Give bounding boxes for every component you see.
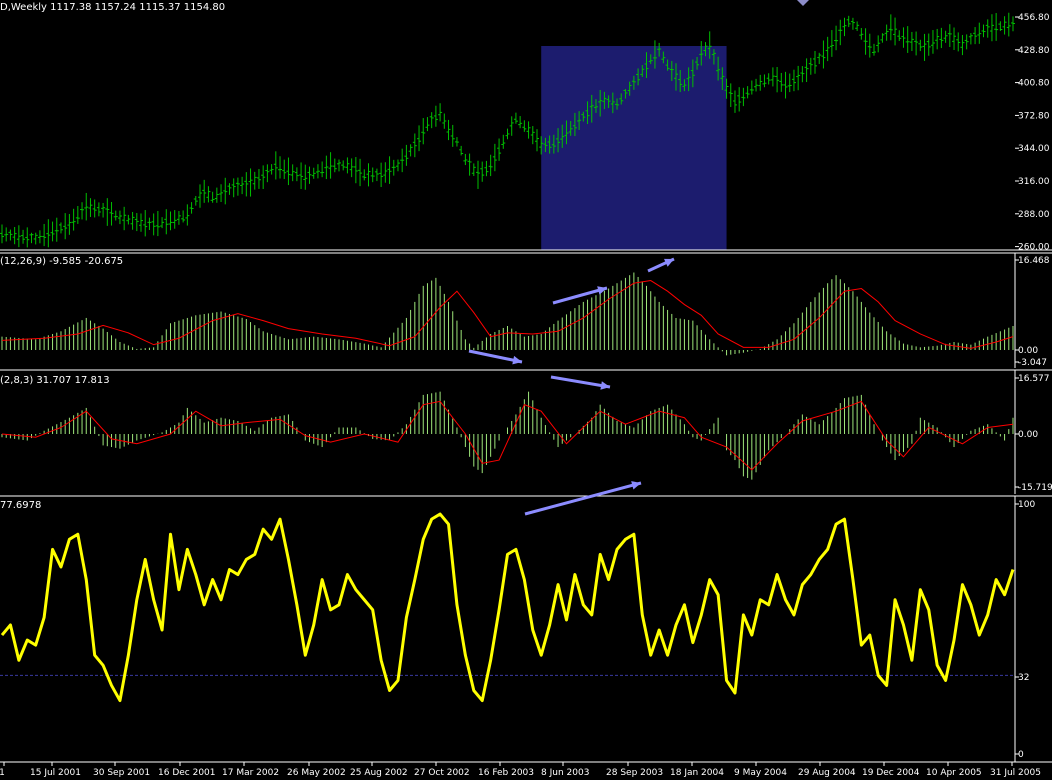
osma-panel: 16.577 0.00 -15.719 [0,369,1052,494]
price-tick-label: 344.00 [1018,144,1050,154]
date-tick-label: 29 Aug 2004 [798,768,856,778]
osma-tick-label: 16.577 [1018,374,1050,384]
trend-arrow [524,481,642,516]
osma-tick-label: -15.719 [1018,483,1052,493]
rsi-line [0,512,1015,703]
rsi-tick-label: 32 [1018,673,1029,683]
macd-tick-label: 0.00 [1018,346,1038,356]
date-tick-label: 18 Jan 2004 [670,768,724,778]
date-axis: 2001 15 Jul 2001 30 Sep 2001 16 Dec 2001 17 … [0,761,1052,778]
price-tick-label: 400.80 [1018,79,1050,89]
date-tick-label: 16 Dec 2001 [158,768,216,778]
date-tick-label: 27 Oct 2002 [414,768,470,778]
date-tick-label: 10 Apr 2005 [926,768,982,778]
macd-tick-label: 16.468 [1018,256,1050,266]
osma-header: (2,8,3) 31.707 17.813 [0,375,110,386]
chart-canvas: 456.80 428.80 400.80 372.80 344.00 316.00 288.… [0,0,1052,778]
rsi-header: 77.6978 [0,500,42,511]
scroll-marker-icon [797,0,809,6]
date-tick-label: 8 Jun 2003 [541,768,589,778]
price-header: D,Weekly 1117.38 1157.24 1115.37 1154.80 [0,2,226,13]
macd-panel: 16.468 0.00 -3.047 [0,252,1052,368]
date-tick-label: 15 Jul 2001 [30,768,81,778]
price-tick-label: 316.00 [1018,177,1050,187]
date-tick-label: 31 Jul 2005 [990,768,1041,778]
date-tick-label: 30 Sep 2001 [93,768,150,778]
price-tick-label: 260.00 [1018,243,1050,253]
date-tick-label: 17 Mar 2002 [222,768,279,778]
price-tick-label: 428.80 [1018,46,1050,56]
date-tick-label: 16 Feb 2003 [478,768,534,778]
osma-tick-label: 0.00 [1018,430,1038,440]
price-tick-label: 372.80 [1018,111,1050,121]
date-tick-label: 26 May 2002 [287,768,346,778]
date-tick-label: 28 Sep 2003 [606,768,663,778]
rsi-tick-label: 0 [1018,750,1024,760]
date-tick-label: 9 May 2004 [734,768,787,778]
date-tick-label: 25 Aug 2002 [350,768,408,778]
price-tick-label: 456.80 [1018,13,1050,23]
macd-header: (12,26,9) -9.585 -20.675 [0,256,124,267]
macd-tick-label: -3.047 [1018,358,1047,368]
rsi-panel: 100 32 0 [0,495,1052,762]
date-tick-label: 19 Dec 2004 [862,768,920,778]
date-tick-label: 2001 [0,768,5,778]
price-panel: 456.80 428.80 400.80 372.80 344.00 316.00 288.… [0,12,1052,253]
rsi-tick-label: 100 [1018,500,1035,510]
price-tick-label: 288.00 [1018,210,1050,220]
